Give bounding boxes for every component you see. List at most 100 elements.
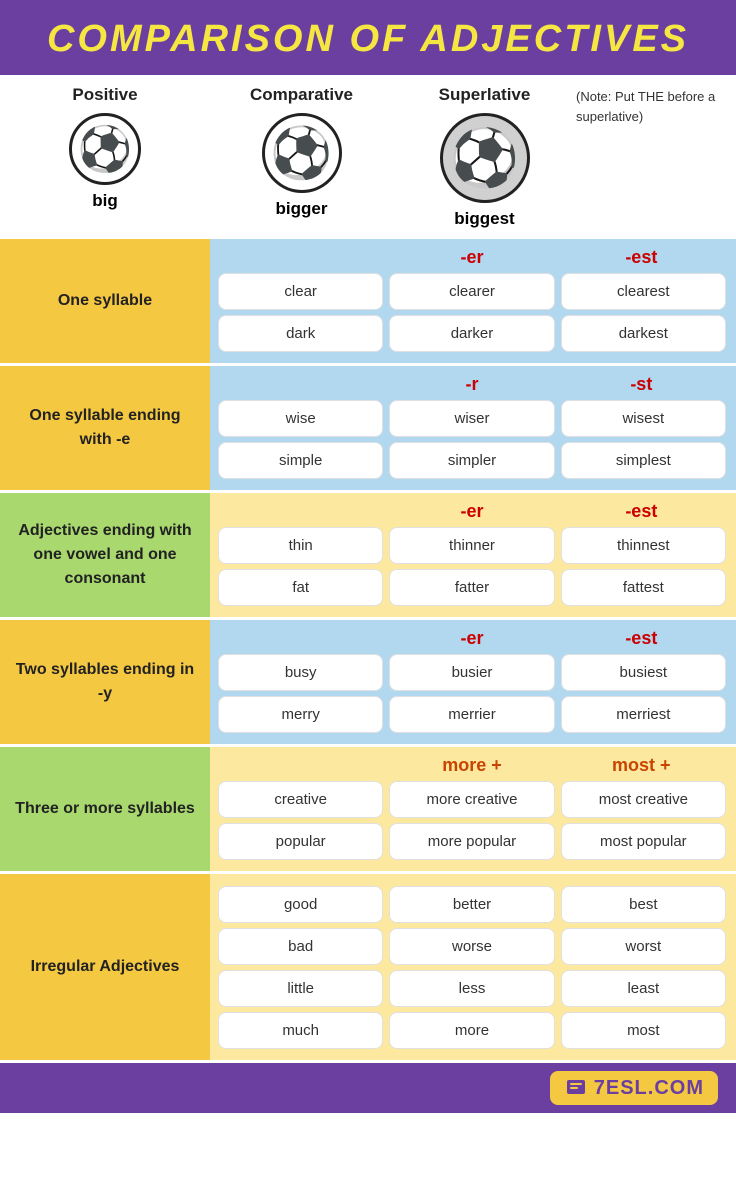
word-superlative-three-syl-1: most popular (561, 823, 726, 860)
suffix-row-adj-cons: -er-est (218, 499, 726, 527)
section-content-one-syllable-e: -r-stwisewiserwisestsimplesimplersimples… (210, 366, 736, 490)
words-row-irregular-0: goodbetterbest (218, 886, 726, 923)
word-comparative-irregular-3: more (389, 1012, 554, 1049)
ball-superlative: ⚽ (440, 113, 530, 203)
suffix-super-two-syl-y: -est (557, 628, 726, 649)
header: COMPARISON OF ADJECTIVES (0, 0, 736, 75)
suffix-comp-three-syl: more + (387, 755, 556, 776)
word-superlative-two-syl-y-1: merriest (561, 696, 726, 733)
col-comparative: Comparative (250, 85, 353, 105)
col-positive: Positive (72, 85, 137, 105)
word-positive-two-syl-y-1: merry (218, 696, 383, 733)
suffix-super-three-syl: most + (557, 755, 726, 776)
section-content-adj-cons: -er-estthinthinnerthinnestfatfatterfatte… (210, 493, 736, 617)
words-row-irregular-2: littlelessleast (218, 970, 726, 1007)
word-comparative-one-syllable-e-0: wiser (389, 400, 554, 437)
suffix-row-one-syllable-e: -r-st (218, 372, 726, 400)
word-comparative-two-syl-y-0: busier (389, 654, 554, 691)
section-row-adj-cons: Adjectives ending with one vowel and one… (0, 493, 736, 620)
suffix-comp-one-syllable: -er (387, 247, 556, 268)
word-positive-three-syl-0: creative (218, 781, 383, 818)
book-icon (564, 1076, 588, 1100)
word-positive-three-syl-1: popular (218, 823, 383, 860)
words-row-three-syl-0: creativemore creativemost creative (218, 781, 726, 818)
word-positive-adj-cons-1: fat (218, 569, 383, 606)
section-content-three-syl: more +most +creativemore creativemost cr… (210, 747, 736, 871)
words-row-one-syllable-e-1: simplesimplersimplest (218, 442, 726, 479)
ball-positive: ⚽ (69, 113, 141, 185)
words-row-three-syl-1: popularmore popularmost popular (218, 823, 726, 860)
section-label-one-syllable-e: One syllable ending with -e (0, 366, 210, 490)
words-row-adj-cons-0: thinthinnerthinnest (218, 527, 726, 564)
section-row-two-syl-y: Two syllables ending in -y-er-estbusybus… (0, 620, 736, 747)
words-row-irregular-1: badworseworst (218, 928, 726, 965)
word-comparative-irregular-1: worse (389, 928, 554, 965)
word-positive-irregular-2: little (218, 970, 383, 1007)
words-row-one-syllable-e-0: wisewiserwisest (218, 400, 726, 437)
word-superlative-irregular-0: best (561, 886, 726, 923)
page: COMPARISON OF ADJECTIVES Positive ⚽ big … (0, 0, 736, 1113)
word-superlative-irregular-1: worst (561, 928, 726, 965)
footer: 7ESL.COM (0, 1063, 736, 1113)
word-superlative-irregular-2: least (561, 970, 726, 1007)
word-comparative-three-syl-1: more popular (389, 823, 554, 860)
section-row-irregular: Irregular Adjectivesgoodbetterbestbadwor… (0, 874, 736, 1063)
section-label-two-syl-y: Two syllables ending in -y (0, 620, 210, 744)
sections-container: One syllable-er-estclearclearerclearestd… (0, 239, 736, 1063)
suffix-super-adj-cons: -est (557, 501, 726, 522)
word-positive-one-syllable-e-0: wise (218, 400, 383, 437)
suffix-row-two-syl-y: -er-est (218, 626, 726, 654)
word-superlative-adj-cons-1: fattest (561, 569, 726, 606)
suffix-comp-adj-cons: -er (387, 501, 556, 522)
word-comparative-irregular-2: less (389, 970, 554, 1007)
word-positive-one-syllable-1: dark (218, 315, 383, 352)
word-superlative-two-syl-y-0: busiest (561, 654, 726, 691)
footer-logo: 7ESL.COM (550, 1071, 718, 1105)
section-label-irregular: Irregular Adjectives (0, 874, 210, 1060)
word-comparative-adj-cons-1: fatter (389, 569, 554, 606)
word-comparative-one-syllable-1: darker (389, 315, 554, 352)
section-row-one-syllable: One syllable-er-estclearclearerclearestd… (0, 239, 736, 366)
words-row-one-syllable-1: darkdarkerdarkest (218, 315, 726, 352)
word-superlative-one-syllable-1: darkest (561, 315, 726, 352)
word-comparative-three-syl-0: more creative (389, 781, 554, 818)
word-comparative-one-syllable-e-1: simpler (389, 442, 554, 479)
word-positive-irregular-1: bad (218, 928, 383, 965)
section-row-three-syl: Three or more syllablesmore +most +creat… (0, 747, 736, 874)
words-row-two-syl-y-1: merrymerriermerriest (218, 696, 726, 733)
word-superlative-adj-cons-0: thinnest (561, 527, 726, 564)
ball-positive-label: big (92, 191, 118, 211)
suffix-row-one-syllable: -er-est (218, 245, 726, 273)
suffix-comp-one-syllable-e: -r (387, 374, 556, 395)
word-positive-irregular-3: much (218, 1012, 383, 1049)
section-content-two-syl-y: -er-estbusybusierbusiest merrymerriermerr… (210, 620, 736, 744)
word-superlative-one-syllable-e-0: wisest (561, 400, 726, 437)
section-content-one-syllable: -er-estclearclearerclearestdarkdarkerdar… (210, 239, 736, 363)
words-row-adj-cons-1: fatfatterfattest (218, 569, 726, 606)
suffix-super-one-syllable: -est (557, 247, 726, 268)
ball-comparative: ⚽ (262, 113, 342, 193)
ball-comparative-label: bigger (276, 199, 328, 219)
section-content-irregular: goodbetterbest badworseworst littlelesslea… (210, 874, 736, 1060)
col-superlative: Superlative (439, 85, 531, 105)
word-positive-two-syl-y-0: busy (218, 654, 383, 691)
page-title: COMPARISON OF ADJECTIVES (47, 18, 689, 60)
section-label-three-syl: Three or more syllables (0, 747, 210, 871)
words-row-irregular-3: muchmoremost (218, 1012, 726, 1049)
word-positive-one-syllable-e-1: simple (218, 442, 383, 479)
word-positive-adj-cons-0: thin (218, 527, 383, 564)
words-row-one-syllable-0: clearclearerclearest (218, 273, 726, 310)
word-superlative-irregular-3: most (561, 1012, 726, 1049)
word-superlative-three-syl-0: most creative (561, 781, 726, 818)
suffix-row-three-syl: more +most + (218, 753, 726, 781)
word-positive-irregular-0: good (218, 886, 383, 923)
word-superlative-one-syllable-e-1: simplest (561, 442, 726, 479)
word-positive-one-syllable-0: clear (218, 273, 383, 310)
ball-superlative-label: biggest (454, 209, 514, 229)
word-comparative-adj-cons-0: thinner (389, 527, 554, 564)
word-comparative-one-syllable-0: clearer (389, 273, 554, 310)
suffix-super-one-syllable-e: -st (557, 374, 726, 395)
section-label-adj-cons: Adjectives ending with one vowel and one… (0, 493, 210, 617)
section-label-one-syllable: One syllable (0, 239, 210, 363)
word-comparative-irregular-0: better (389, 886, 554, 923)
